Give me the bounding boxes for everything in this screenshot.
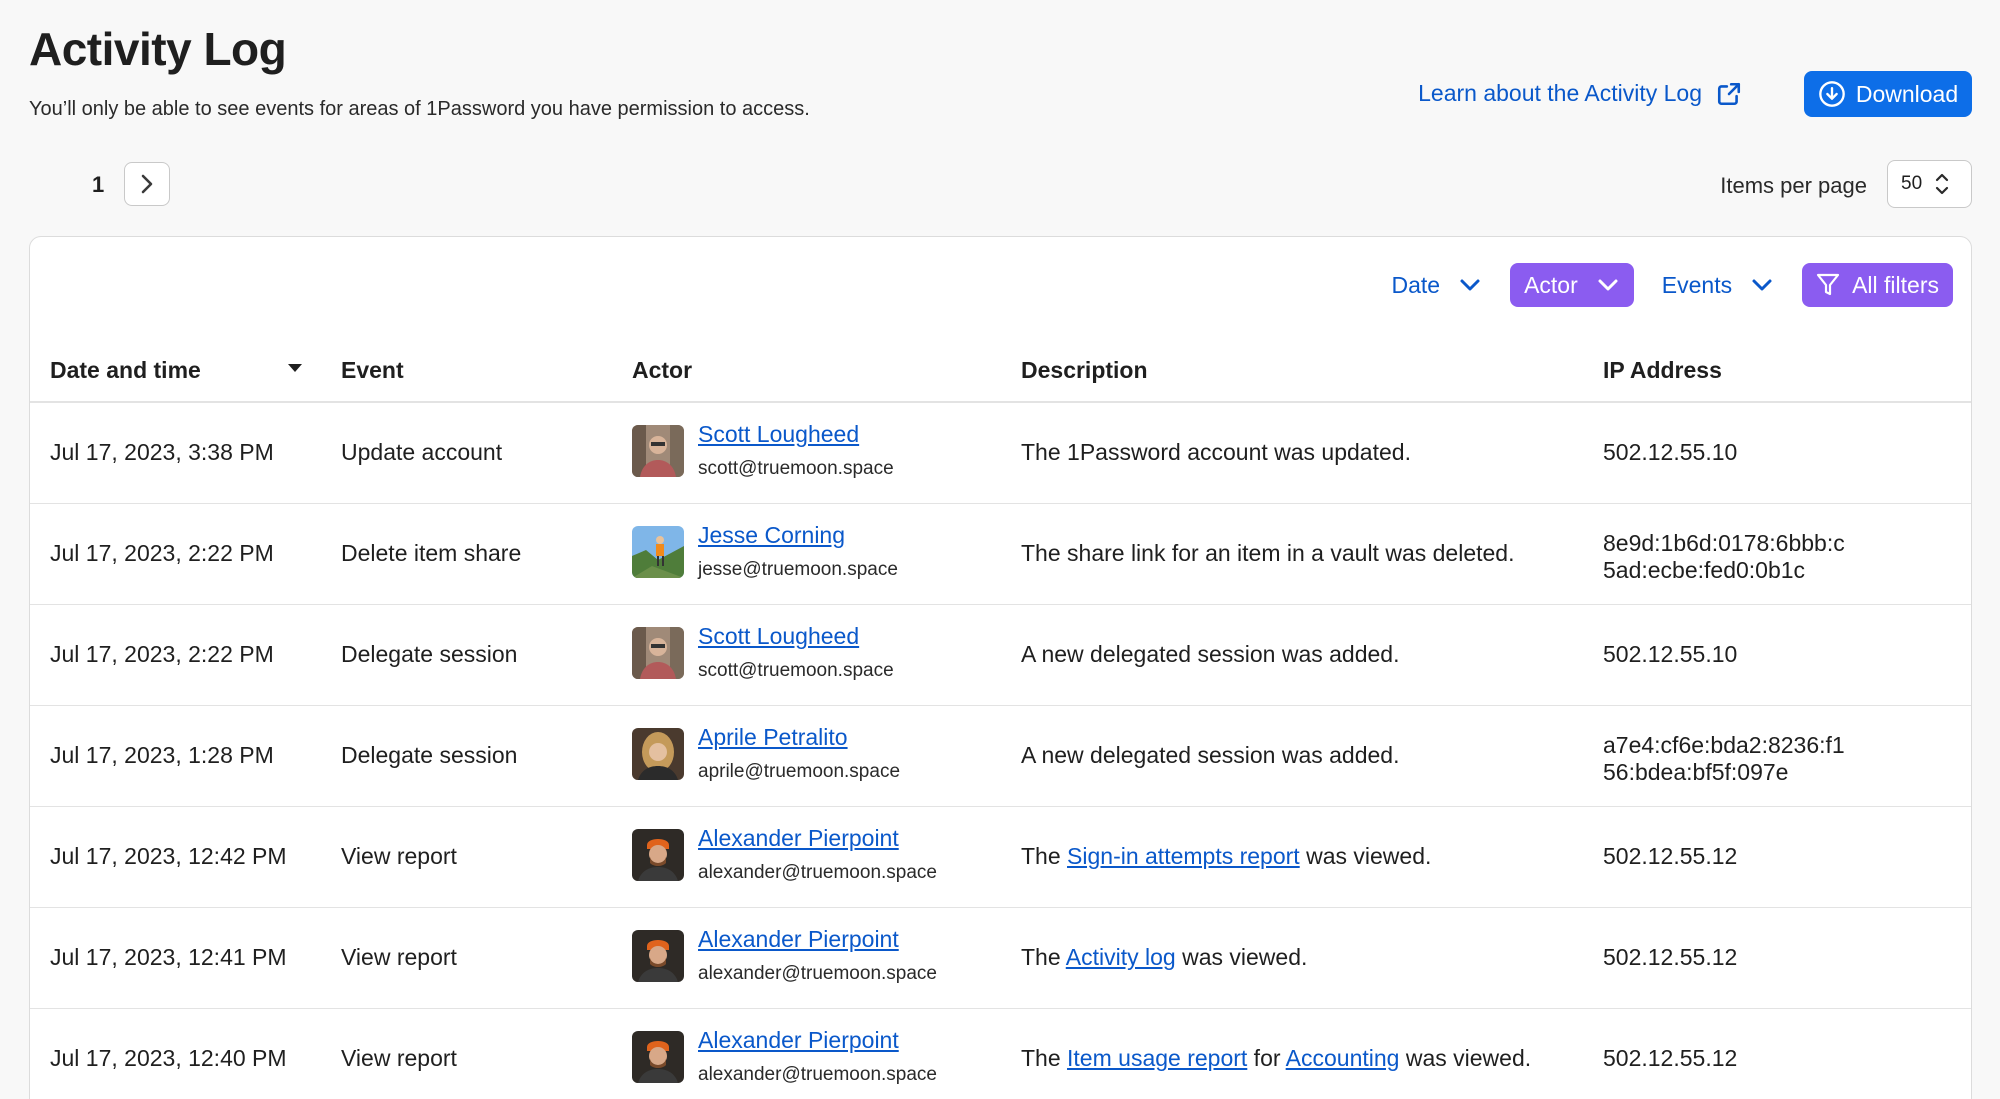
sort-descending-icon[interactable] xyxy=(288,364,302,372)
row-date: Jul 17, 2023, 3:38 PM xyxy=(50,439,274,465)
column-header-actor: Actor xyxy=(632,357,693,383)
actor-email: alexander@truemoon.space xyxy=(698,1064,937,1085)
row-date: Jul 17, 2023, 1:28 PM xyxy=(50,742,274,768)
description-link[interactable]: Sign-in attempts report xyxy=(1067,843,1300,869)
filter-bar: Date Actor Events All filters xyxy=(1379,263,1953,307)
table-row: Jul 17, 2023, 1:28 PM Delegate session A… xyxy=(30,706,1971,807)
avatar xyxy=(632,1031,684,1083)
actor-email: aprile@truemoon.space xyxy=(698,761,901,782)
table-row: Jul 17, 2023, 12:40 PM View report Alexa… xyxy=(30,1009,1971,1099)
page-subtitle: You’ll only be able to see events for ar… xyxy=(29,98,810,120)
row-description: The Activity log was viewed. xyxy=(1021,944,1308,970)
description-link[interactable]: Activity log xyxy=(1066,944,1176,970)
actor-name-link[interactable]: Aprile Petralito xyxy=(698,724,848,751)
chevron-right-icon xyxy=(141,174,153,194)
row-description: The Item usage report for Accounting was… xyxy=(1021,1045,1532,1071)
items-per-page-label: Items per page xyxy=(1720,173,1867,198)
table-row: Jul 17, 2023, 2:22 PM Delete item share … xyxy=(30,504,1971,605)
avatar xyxy=(632,829,684,881)
row-ip: a7e4:cf6e:bda2:8236:f1 56:bdea:bf5f:097e xyxy=(1603,732,1845,785)
chevron-down-icon xyxy=(1598,279,1618,291)
events-filter-button[interactable]: Events xyxy=(1650,263,1786,307)
table-row: Jul 17, 2023, 12:41 PM View report Alexa… xyxy=(30,908,1971,1009)
row-description: The Sign-in attempts report was viewed. xyxy=(1021,843,1432,869)
row-ip: 502.12.55.12 xyxy=(1603,843,1738,869)
row-ip: 8e9d:1b6d:0178:6bbb:c 5ad:ecbe:fed0:0b1c xyxy=(1603,530,1845,583)
row-event: Delegate session xyxy=(341,641,518,667)
row-description: A new delegated session was added. xyxy=(1021,641,1400,667)
actor-name-link[interactable]: Alexander Pierpoint xyxy=(698,825,899,852)
current-page-number: 1 xyxy=(92,172,105,197)
row-event: View report xyxy=(341,944,457,970)
description-link[interactable]: Item usage report xyxy=(1067,1045,1247,1071)
actor-name-link[interactable]: Alexander Pierpoint xyxy=(698,926,899,953)
row-date: Jul 17, 2023, 12:40 PM xyxy=(50,1045,287,1071)
row-event: Update account xyxy=(341,439,503,465)
page-title: Activity Log xyxy=(29,23,287,75)
column-header-date[interactable]: Date and time xyxy=(50,357,201,384)
actor-name-link[interactable]: Scott Lougheed xyxy=(698,623,859,650)
download-label: Download xyxy=(1855,80,1959,107)
row-ip: 502.12.55.12 xyxy=(1603,1045,1738,1071)
row-event: Delegate session xyxy=(341,742,518,768)
all-filters-label: All filters xyxy=(1852,271,1939,298)
row-event: View report xyxy=(341,843,457,869)
chevron-down-icon xyxy=(1752,279,1772,291)
actor-email: alexander@truemoon.space xyxy=(698,963,937,984)
avatar xyxy=(632,930,684,982)
row-description: A new delegated session was added. xyxy=(1021,742,1400,768)
column-header-ip: IP Address xyxy=(1603,357,1722,383)
external-link-icon xyxy=(1717,82,1741,105)
activity-table-card: Date Actor Events All filters Date and t… xyxy=(29,236,1972,1099)
row-event: View report xyxy=(341,1045,457,1071)
actor-email: scott@truemoon.space xyxy=(698,458,894,479)
download-circle-icon xyxy=(1819,81,1845,107)
items-per-page-value: 50 xyxy=(1901,173,1923,194)
row-description: The share link for an item in a vault wa… xyxy=(1021,540,1515,566)
learn-activity-log-link[interactable]: Learn about the Activity Log xyxy=(1418,80,1742,107)
date-filter-button[interactable]: Date xyxy=(1379,263,1494,307)
chevron-down-icon xyxy=(1460,279,1480,291)
table-row: Jul 17, 2023, 3:38 PM Update account Sco… xyxy=(30,403,1971,504)
actor-filter-button[interactable]: Actor xyxy=(1510,263,1634,307)
actor-name-link[interactable]: Scott Lougheed xyxy=(698,421,859,448)
row-description: The 1Password account was updated. xyxy=(1021,439,1411,465)
date-filter-label: Date xyxy=(1391,271,1441,298)
learn-link-label: Learn about the Activity Log xyxy=(1418,80,1702,106)
chevron-up-down-icon xyxy=(1936,173,1949,195)
all-filters-button[interactable]: All filters xyxy=(1802,263,1953,307)
actor-name-link[interactable]: Alexander Pierpoint xyxy=(698,1027,899,1054)
row-ip: 502.12.55.10 xyxy=(1603,439,1738,465)
events-filter-label: Events xyxy=(1661,271,1733,298)
avatar xyxy=(632,627,684,679)
avatar xyxy=(632,728,684,780)
row-event: Delete item share xyxy=(341,540,522,566)
column-header-description: Description xyxy=(1021,357,1148,383)
row-date: Jul 17, 2023, 12:42 PM xyxy=(50,843,287,869)
actor-filter-label: Actor xyxy=(1524,271,1578,298)
description-link[interactable]: Accounting xyxy=(1286,1045,1400,1071)
actor-name-link[interactable]: Jesse Corning xyxy=(698,522,845,549)
table-row: Jul 17, 2023, 2:22 PM Delegate session S… xyxy=(30,605,1971,706)
column-header-event: Event xyxy=(341,357,404,383)
actor-email: alexander@truemoon.space xyxy=(698,862,937,883)
row-date: Jul 17, 2023, 2:22 PM xyxy=(50,540,274,566)
table-row: Jul 17, 2023, 12:42 PM View report Alexa… xyxy=(30,807,1971,908)
row-date: Jul 17, 2023, 2:22 PM xyxy=(50,641,274,667)
funnel-icon xyxy=(1816,273,1840,296)
download-button[interactable]: Download xyxy=(1804,71,1972,117)
actor-email: jesse@truemoon.space xyxy=(698,559,898,580)
row-date: Jul 17, 2023, 12:41 PM xyxy=(50,944,287,970)
next-page-button[interactable] xyxy=(124,162,170,206)
items-per-page-select[interactable]: 50 xyxy=(1887,160,1972,208)
table-header: Date and time Event Actor Description IP… xyxy=(30,337,1971,403)
row-ip: 502.12.55.10 xyxy=(1603,641,1738,667)
row-ip: 502.12.55.12 xyxy=(1603,944,1738,970)
avatar xyxy=(632,425,684,477)
avatar xyxy=(632,526,684,578)
actor-email: scott@truemoon.space xyxy=(698,660,894,681)
